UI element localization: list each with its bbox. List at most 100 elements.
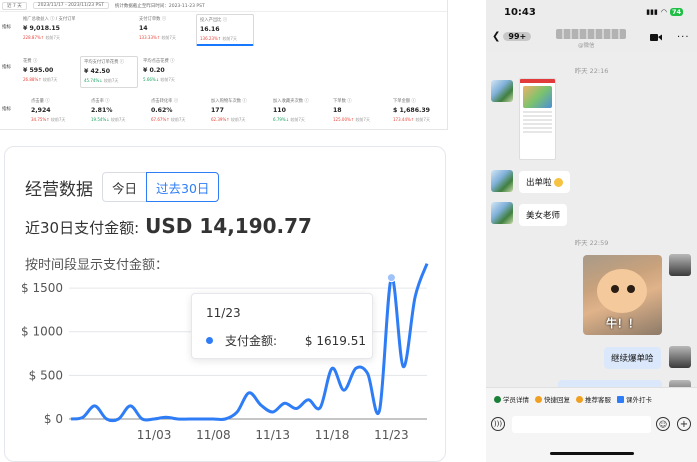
metric-delta: 5.66%↓ (143, 77, 160, 82)
metric-label: 点击量 ⓘ (31, 99, 50, 104)
metric-card[interactable]: 平均点击花费 ⓘ ¥ 0.20 5.66%↓ 较前7天 (140, 56, 198, 88)
metric-label: 平均点击花费 ⓘ (143, 59, 175, 64)
quick-label: 快捷回复 (544, 396, 570, 404)
quick-label: 推荐客服 (585, 396, 611, 404)
x-tick-label: 11/03 (137, 428, 172, 442)
metric-delta: 228.87%↑ (23, 35, 45, 40)
quick-label: 学员详情 (503, 396, 529, 404)
ads-toolbar: 近 7 天 2023/11/17 - 2023/11/23 PST 统计数据截止… (0, 0, 447, 12)
metric-label: 下单金额 ⓘ (393, 99, 416, 104)
metric-value: 0.62% (151, 107, 173, 114)
sticker-message[interactable]: 牛！！ (583, 255, 662, 335)
metric-delta: 45.74%↓ (84, 78, 103, 83)
metric-card[interactable]: 支付订单数 ⓘ 14 133.33%↑ 较前7天 (136, 14, 194, 46)
more-icon[interactable]: ··· (677, 32, 690, 43)
metric-value: ¥ 595.00 (23, 67, 54, 74)
metric-delta-note: 较前7天 (230, 117, 246, 122)
video-call-icon[interactable] (650, 33, 662, 42)
emoji-icon[interactable]: ☺ (656, 417, 670, 431)
message-text: 继续爆单哈 (611, 354, 654, 364)
y-tick-label: $ 1500 (21, 281, 63, 295)
metric-value: ¥ 9,018.15 (23, 25, 60, 32)
chat-bubble[interactable]: 美女老师 (519, 204, 568, 226)
phone-chat-screen: 10:43 ▮▮▮ ◠ 74 ❮ 99+ @微信 ··· 昨天 22:16 出单… (486, 0, 697, 462)
metric-card[interactable]: 推广总收益入 ⓘ / 支付订单额 · 花费 ¥ 9,018.15 228.87%… (20, 14, 78, 46)
metric-card[interactable]: 下单数 ⓘ 18 125.00%↑ 较前7天 (330, 96, 388, 128)
metric-delta-note: 较前7天 (415, 117, 430, 122)
metric-value: ¥ 0.20 (143, 67, 165, 74)
metric-delta-note: 较前7天 (170, 117, 186, 122)
reply-icon (535, 395, 542, 403)
avatar[interactable] (491, 202, 513, 224)
service-icon (576, 395, 583, 403)
message-input[interactable] (512, 416, 651, 433)
chevron-left-icon: ❮ (492, 31, 501, 42)
range-select[interactable]: 近 7 天 (2, 1, 27, 10)
signal-icon: ▮▮▮ (646, 8, 658, 16)
metric-card[interactable]: 点击率 ⓘ 2.81% 19.54%↓ 较前7天 (88, 96, 146, 128)
metric-delta-note: 较前7天 (45, 35, 60, 40)
metric-card[interactable]: 平均支付订单花费 ⓘ ¥ 42.50 45.74%↓ 较前7天 (80, 56, 138, 88)
metric-card[interactable]: 点击量 ⓘ 2,924 34.75%↑ 较前7天 (28, 96, 86, 128)
metric-label: 花费 ⓘ (23, 59, 38, 64)
status-time: 10:43 (504, 6, 536, 18)
metric-value: 14 (139, 25, 148, 32)
metric-value: 110 (273, 107, 286, 114)
y-tick-label: $ 1000 (21, 325, 63, 339)
avatar[interactable] (491, 170, 513, 192)
metric-value: 2.81% (91, 107, 113, 114)
metric-delta: 34.75%↑ (31, 117, 50, 122)
unread-badge: 99+ (503, 32, 532, 41)
chat-timestamp: 昨天 22:59 (574, 239, 609, 247)
quick-extra-checkin[interactable]: 课外打卡 (617, 394, 652, 404)
sticker-caption: 牛！！ (606, 317, 639, 330)
metric-delta: 19.54%↓ (91, 117, 110, 122)
quick-student-info[interactable]: 学员详情 (494, 394, 529, 404)
home-indicator (550, 452, 634, 455)
metric-card[interactable]: 花费 ⓘ ¥ 595.00 26.88%↑ 较前7天 (20, 56, 78, 88)
tooltip-row: 支付金额: $ 1619.51 (206, 332, 366, 349)
chat-timestamp: 昨天 22:16 (574, 67, 609, 75)
metric-delta: 133.33%↑ (139, 35, 161, 40)
back-button[interactable]: ❮ 99+ (492, 31, 532, 42)
chat-input-area: 学员详情 快捷回复 推荐客服 课外打卡 ))) ☺ + (486, 387, 697, 462)
metric-value: 16.16 (200, 26, 220, 33)
status-icons: ▮▮▮ ◠ 74 (646, 8, 683, 16)
metric-delta: 62.39%↑ (211, 117, 230, 122)
avatar[interactable] (491, 80, 513, 102)
metric-card[interactable]: 下单金额 ⓘ $ 1,686.39 173.44%↑ 较前7天 (390, 96, 448, 128)
voice-icon[interactable]: ))) (491, 417, 505, 431)
metric-value: 18 (333, 107, 342, 114)
chart-tooltip: 11/23 支付金额: $ 1619.51 (191, 293, 373, 359)
calendar-icon (617, 395, 624, 403)
metric-delta: 136.23%↑ (200, 36, 222, 41)
metric-delta: 26.88%↑ (23, 77, 42, 82)
metric-value: 2,924 (31, 107, 51, 114)
metrics-row-1: 指标 推广总收益入 ⓘ / 支付订单额 · 花费 ¥ 9,018.15 228.… (0, 14, 448, 50)
metric-card-selected[interactable]: 投入产出比 ⓘ 16.16 136.23%↑ 较前7天 (196, 14, 254, 46)
quick-label: 课外打卡 (626, 396, 652, 404)
chat-nav-bar: ❮ 99+ @微信 ··· (486, 24, 697, 52)
chat-bubble-self[interactable]: 继续爆单哈 (604, 347, 661, 369)
operations-panel: 经营数据 今日 过去30日 近30日支付金额: USD 14,190.77 按时… (0, 146, 448, 462)
metric-card[interactable]: 加入购物车次数 ⓘ 177 62.39%↑ 较前7天 (208, 96, 266, 128)
section-label: 指标 (2, 65, 11, 70)
quick-reply[interactable]: 快捷回复 (535, 394, 570, 404)
date-range-picker[interactable]: 2023/11/17 - 2023/11/23 PST (32, 2, 109, 9)
metric-label: 加入购物车次数 ⓘ (211, 99, 247, 104)
metric-card[interactable]: 加入收藏夹次数 ⓘ 110 6.79%↓ 较前7天 (270, 96, 328, 128)
metric-value: 177 (211, 107, 224, 114)
quick-recommend-service[interactable]: 推荐客服 (576, 394, 611, 404)
x-tick-label: 11/18 (315, 428, 350, 442)
tooltip-date: 11/23 (206, 306, 241, 320)
avatar[interactable] (669, 346, 691, 368)
plus-icon[interactable]: + (677, 417, 691, 431)
y-tick-label: $ 0 (44, 412, 63, 426)
metric-delta-note: 较前7天 (222, 36, 237, 41)
wifi-icon: ◠ (660, 8, 667, 16)
chat-bubble[interactable]: 出单啦 (519, 171, 570, 193)
metric-card[interactable]: 点击转化率 ⓘ 0.62% 67.67%↑ 较前7天 (148, 96, 206, 128)
avatar[interactable] (669, 254, 691, 276)
tooltip-value: $ 1619.51 (304, 333, 366, 348)
image-message[interactable] (519, 78, 556, 160)
